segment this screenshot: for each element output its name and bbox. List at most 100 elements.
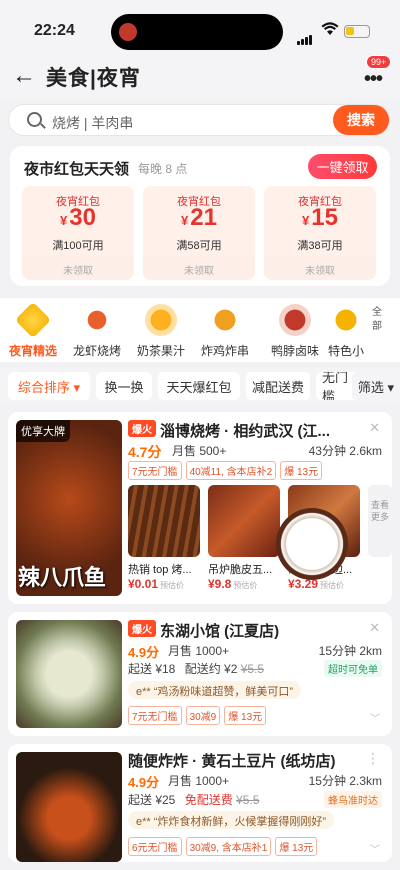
skewer-icon [81, 304, 113, 336]
claim-all-button[interactable]: 一键领取 [308, 154, 377, 179]
promo-tags: 6元无门槛 30减9, 含本店补1 爆 13元 [128, 837, 321, 856]
chevron-down-icon[interactable]: ﹀ [370, 841, 380, 856]
category-item[interactable]: 鸭脖卤味 [262, 304, 328, 359]
category-label: 奶茶果汁 [136, 344, 185, 358]
fried-chicken-icon [209, 304, 241, 336]
coupon[interactable]: 夜宵红包 ¥15 满38可用 未领取 [264, 186, 376, 280]
filter-delivery-fee[interactable]: 减配送费 [246, 372, 310, 400]
dish-price-value: ¥9.8 [208, 577, 232, 591]
delivery-info: 起送 ¥25 免配送费 ¥5.5 [128, 791, 259, 808]
promo-tag: 30减9, 含本店补1 [185, 837, 272, 856]
category-item[interactable]: 炸鸡炸串 [192, 304, 258, 359]
search-bar[interactable]: 烧烤 | 羊肉串 搜索 [8, 104, 390, 136]
shop-card[interactable]: 随便炸炸 · 黄石土豆片 (纸坊店) ⋮ 4.9分 月售 1000+ 15分钟 … [8, 744, 392, 862]
see-more-button[interactable]: 查看更多 [368, 485, 392, 557]
review-snippet: e** “炸炸食材新鲜，火候掌握得刚刚好” [128, 811, 335, 829]
shop-distance: 43分钟 2.6km [308, 444, 382, 458]
category-item[interactable]: 夜宵精选 [0, 301, 66, 359]
chevron-down-icon[interactable]: ﹀ [370, 710, 380, 725]
shop-sales: 月售 1000+ [168, 644, 230, 658]
dish-price-note: 预估价 [160, 581, 185, 590]
shop-sales: 月售 500+ [172, 444, 227, 458]
shop-photo [16, 752, 122, 862]
search-button[interactable]: 搜索 [333, 105, 389, 135]
coupon-amount: ¥30 [22, 204, 134, 232]
category-item[interactable]: 奶茶果汁 [128, 304, 194, 359]
guarantee-badge: 蜂鸟准时达 [324, 791, 382, 808]
signal-icon [297, 27, 313, 45]
dish-name: 热销 top 烤... [128, 564, 192, 576]
notify-badge: 99+ [366, 55, 392, 69]
close-icon[interactable]: ✕ [369, 620, 380, 636]
filter-redpacket[interactable]: 天天爆红包 [158, 372, 240, 400]
promo-tags: 7元无门槛 40减11, 含本店补2 爆 13元 [128, 461, 326, 480]
category-label: 夜宵精选 [8, 344, 57, 358]
nav-bar: ← 美食|夜宵 ••• 99+ [0, 55, 400, 98]
shop-title: 东湖小馆 (江夏店) [160, 623, 280, 640]
dish-price-note: 预估价 [233, 581, 258, 590]
coupon-state: 未领取 [305, 266, 335, 277]
more-icon[interactable]: ••• [364, 68, 383, 91]
star-icon [14, 301, 52, 339]
shop-name: 爆火 淄博烧烤 · 相约武汉 (江... [128, 420, 356, 441]
coupon-condition: 满38可用 [297, 240, 343, 252]
promo-tag: 30减9 [185, 706, 221, 725]
coupon-condition: 满58可用 [176, 240, 222, 252]
filter-screen[interactable]: 筛选 ▾ [352, 372, 400, 400]
promo-tag: 爆 13元 [275, 837, 318, 856]
back-arrow-icon[interactable]: ← [12, 64, 36, 88]
coupon-condition: 满100可用 [52, 240, 104, 252]
shop-card[interactable]: 爆火 东湖小馆 (江夏店) ✕ 4.9分 月售 1000+ 15分钟 2km 起送… [8, 612, 392, 736]
status-bar: 22:24 [0, 0, 400, 58]
filter-bar: 综合排序 ▾ 换一换 天天爆红包 减配送费 无门槛 筛选 ▾ [0, 368, 400, 404]
category-label: 炸鸡炸串 [200, 344, 249, 358]
dish-price: ¥9.8 预估价 [208, 577, 280, 591]
shop-name: 随便炸炸 · 黄石土豆片 (纸坊店) [128, 753, 336, 770]
promo-tags: 7元无门槛 30减9 爆 13元 [128, 706, 270, 725]
shop-distance: 15分钟 2.3km [308, 774, 382, 788]
category-item[interactable]: 特色小 [326, 304, 366, 359]
coupon-currency: ¥ [60, 213, 68, 228]
wifi-icon [321, 22, 339, 35]
search-input[interactable]: 烧烤 | 羊肉串 [52, 113, 133, 133]
coupon-amount: ¥15 [264, 204, 376, 232]
page-title: 美食|夜宵 [46, 67, 141, 90]
filter-refresh[interactable]: 换一换 [96, 372, 152, 400]
close-icon[interactable]: ✕ [369, 420, 380, 436]
dish-name: 吊炉脆皮五... [208, 564, 273, 576]
hot-badge: 爆火 [128, 620, 156, 637]
shop-name: 爆火 东湖小馆 (江夏店) [128, 620, 356, 641]
shop-card[interactable]: 优享大牌 辣八爪鱼 爆火 淄博烧烤 · 相约武汉 (江... ✕ 4.7分 月售 … [8, 412, 392, 604]
coupon-amount: ¥21 [143, 204, 255, 232]
red-packet-subtitle: 每晚 8 点 [138, 162, 188, 176]
category-item[interactable]: 龙虾烧烤 [64, 304, 130, 359]
all-categories-button[interactable]: 全部 [372, 306, 384, 334]
category-label: 特色小 [327, 344, 364, 358]
guarantee-badge: 超时可免单 [324, 660, 382, 677]
dish-price-value: ¥0.01 [128, 577, 159, 591]
coupon-currency: ¥ [302, 213, 310, 228]
filter-sort[interactable]: 综合排序 ▾ [8, 372, 90, 400]
category-label: 鸭脖卤味 [270, 344, 319, 358]
dish-item[interactable]: 热销 top 烤... ¥0.01 预估价 [128, 485, 200, 591]
shop-photo [16, 620, 122, 728]
red-packet-card: 夜市红包天天领 每晚 8 点 一键领取 夜宵红包 ¥30 满100可用 未领取 … [10, 146, 390, 286]
shop-rating: 4.9分 [128, 645, 160, 660]
delivery-fee: 免配送费 [184, 793, 233, 807]
coupon[interactable]: 夜宵红包 ¥21 满58可用 未领取 [143, 186, 255, 280]
coupon[interactable]: 夜宵红包 ¥30 满100可用 未领取 [22, 186, 134, 280]
coupon-value: 30 [69, 204, 96, 231]
drink-icon [145, 304, 177, 336]
dish-item[interactable]: 吊炉脆皮五... ¥9.8 预估价 [208, 485, 280, 591]
hot-badge: 爆火 [128, 420, 156, 437]
delivery-old-fee: ¥5.5 [236, 793, 260, 807]
dish-price: ¥3.29 预估价 [288, 577, 360, 591]
category-bar: 夜宵精选 龙虾烧烤 奶茶果汁 炸鸡炸串 鸭脖卤味 特色小 [0, 298, 400, 362]
special-food-icon [330, 304, 362, 336]
coupon-value: 15 [311, 204, 338, 231]
category-label: 龙虾烧烤 [72, 344, 121, 358]
battery-icon [344, 25, 370, 38]
more-vertical-icon[interactable]: ⋮ [366, 750, 380, 767]
dish-price: ¥0.01 预估价 [128, 577, 200, 591]
promo-tag: 40减11, 含本店补2 [185, 461, 277, 480]
